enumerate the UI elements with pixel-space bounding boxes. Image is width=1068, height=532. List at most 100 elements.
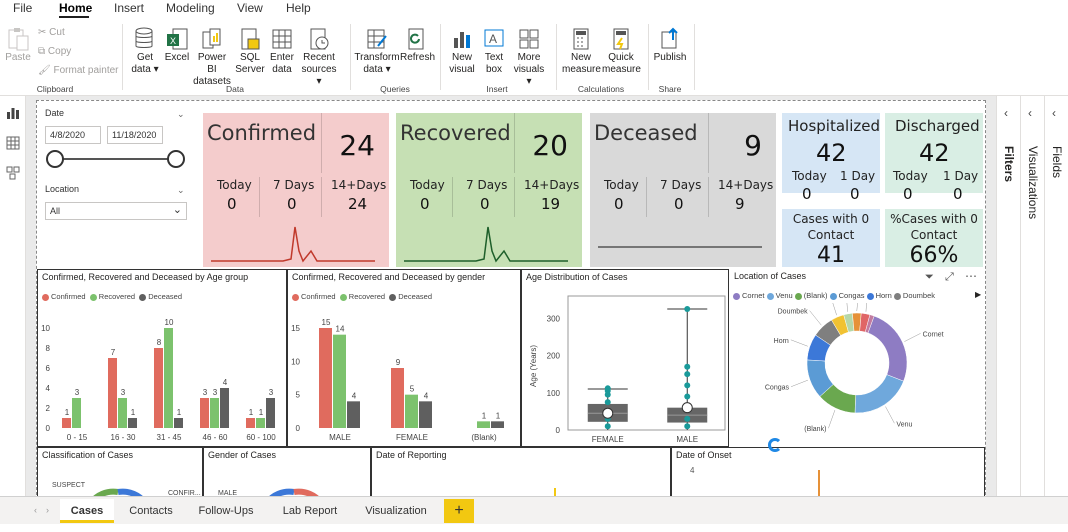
svg-text:X: X xyxy=(170,36,176,46)
fields-pane[interactable]: ‹ Fields xyxy=(1044,96,1068,496)
data-point xyxy=(684,306,691,313)
date-of-reporting-chart[interactable]: Date of Reporting xyxy=(371,447,671,501)
start-date-input[interactable]: 4/8/2020 xyxy=(45,126,101,144)
refresh-button[interactable]: Refresh xyxy=(400,22,435,64)
group-queries: Queries xyxy=(380,84,410,94)
disc-today-value: 0 xyxy=(903,185,913,203)
legend-next-icon[interactable]: ▶ xyxy=(975,290,981,299)
legend-deceased: Deceased xyxy=(398,292,433,301)
legend-entry[interactable]: Venu xyxy=(776,291,795,300)
menu-help[interactable]: Help xyxy=(286,1,311,15)
location-donut: CornetVenu(Blank)CongasHornDoumbekBodhra… xyxy=(765,303,944,433)
page-tab-cases[interactable]: Cases xyxy=(60,499,114,523)
chevron-left-icon[interactable]: ‹ xyxy=(1004,106,1008,120)
page-tab-visualization[interactable]: Visualization xyxy=(350,499,442,523)
gender-chart[interactable]: Confirmed, Recovered and Deceased by gen… xyxy=(287,269,521,447)
get-data-button[interactable]: Get data ▾ xyxy=(128,22,162,76)
chevron-down-icon[interactable]: ⌄ xyxy=(177,109,185,120)
group-data: Data xyxy=(226,84,244,94)
menu-file[interactable]: File xyxy=(13,1,32,15)
location-chart-title: Location of Cases xyxy=(734,271,807,281)
legend-dot xyxy=(89,293,97,301)
page-tab-follow-ups[interactable]: Follow-Ups xyxy=(186,499,266,523)
powerbi-datasets-button[interactable]: Power BI datasets xyxy=(192,22,232,88)
more-visuals-button[interactable]: More visuals ▾ xyxy=(510,22,548,88)
new-measure-button[interactable]: New measure xyxy=(562,22,601,76)
kpi-card-confirmed[interactable]: Confirmed 24 Today 7 Days 14+Days 0 0 24 xyxy=(203,113,389,267)
data-point xyxy=(684,382,691,389)
model-view-icon[interactable] xyxy=(6,166,20,185)
gender-of-cases-chart[interactable]: Gender of Cases MALE xyxy=(203,447,371,501)
menu-home[interactable]: Home xyxy=(59,1,92,15)
group-clipboard: Clipboard xyxy=(36,84,74,94)
next-page-icon[interactable]: › xyxy=(46,505,49,515)
end-date-input[interactable]: 11/18/2020 xyxy=(107,126,163,144)
legend-entry[interactable]: Horn xyxy=(876,291,894,300)
copy-button[interactable]: ⧉ Copy xyxy=(38,46,71,57)
location-dropdown[interactable]: All ⌄ xyxy=(45,202,187,220)
legend-entry[interactable]: Doumbek xyxy=(903,291,935,300)
kpi-total: 9 xyxy=(744,129,762,162)
bar-confirmed xyxy=(108,358,117,428)
data-point xyxy=(684,363,691,370)
paste-button[interactable]: Paste xyxy=(4,22,32,64)
report-view-icon[interactable] xyxy=(6,106,20,125)
age-group-chart[interactable]: Confirmed, Recovered and Deceased by Age… xyxy=(37,269,287,447)
recent-sources-button[interactable]: Recent sources ▾ xyxy=(298,22,340,88)
discharged-total: 42 xyxy=(919,139,950,167)
date-of-onset-chart[interactable]: Date of Onset 4 xyxy=(671,447,985,501)
classification-chart[interactable]: Classification of Cases SUSPECT CONFIR..… xyxy=(37,447,203,501)
visualizations-pane[interactable]: ‹ Visualizations xyxy=(1020,96,1044,496)
chevron-down-icon[interactable]: ⌄ xyxy=(177,185,185,196)
y-tick-label: 10 xyxy=(291,357,300,366)
kpi-divider xyxy=(321,177,322,217)
kpi-today-label: Today xyxy=(217,178,252,192)
donut-slice xyxy=(867,315,908,382)
quick-measure-label: Quick measure xyxy=(602,52,641,75)
x-tick-label: MALE xyxy=(676,435,698,444)
range-end-handle[interactable] xyxy=(167,150,185,168)
location-chart[interactable]: Location of Cases ⏷ ⤢ ⋯ Cornet Venu (Bla… xyxy=(729,269,985,447)
focus-mode-icon[interactable]: ⤢ xyxy=(945,271,954,284)
bar-deceased xyxy=(266,398,275,428)
format-painter-button[interactable]: 🖌 Format painter xyxy=(38,65,119,76)
kpi-card-recovered[interactable]: Recovered 20 Today 7 Days 14+Days 0 0 19 xyxy=(396,113,582,267)
add-page-button[interactable]: + xyxy=(444,499,474,523)
cut-button[interactable]: ✂ Cut xyxy=(38,27,65,38)
sql-server-button[interactable]: SQL Server xyxy=(234,22,266,76)
kpi-divider xyxy=(646,177,647,217)
menu-view[interactable]: View xyxy=(237,1,263,15)
kpi-card-deceased[interactable]: Deceased 9 Today 7 Days 14+Days 0 0 9 xyxy=(590,113,776,267)
quick-measure-button[interactable]: Quick measure xyxy=(602,22,641,76)
transform-data-button[interactable]: Transform data ▾ xyxy=(354,22,400,76)
menu-insert[interactable]: Insert xyxy=(114,1,144,15)
chevron-left-icon[interactable]: ‹ xyxy=(1028,106,1032,120)
legend-entry[interactable]: (Blank) xyxy=(804,291,830,300)
publish-button[interactable]: Publish xyxy=(652,22,688,64)
legend-entry[interactable]: Cornet xyxy=(742,291,767,300)
filters-pane[interactable]: ‹ Filters xyxy=(996,96,1020,496)
chevron-left-icon[interactable]: ‹ xyxy=(1052,106,1056,120)
excel-button[interactable]: X Excel xyxy=(163,22,191,64)
menu-modeling[interactable]: Modeling xyxy=(166,1,215,15)
enter-data-button[interactable]: Enter data xyxy=(267,22,297,76)
legend-entry[interactable]: Congas xyxy=(839,291,867,300)
kpi-today-value: 0 xyxy=(227,195,237,213)
filter-icon[interactable]: ⏷ xyxy=(925,271,934,284)
y-tick-label: 4 xyxy=(46,384,51,393)
more-options-icon[interactable]: ⋯ xyxy=(965,269,977,283)
page-tab-contacts[interactable]: Contacts xyxy=(118,499,184,523)
data-point xyxy=(604,423,611,430)
new-visual-button[interactable]: New visual xyxy=(446,22,478,76)
page-tab-lab-report[interactable]: Lab Report xyxy=(272,499,348,523)
bar-confirmed xyxy=(391,368,404,428)
location-slicer-label: Location xyxy=(45,184,80,194)
range-start-handle[interactable] xyxy=(46,150,64,168)
transform-icon xyxy=(366,26,388,50)
prev-page-icon[interactable]: ‹ xyxy=(34,505,37,515)
get-data-label: Get data ▾ xyxy=(131,52,159,75)
age-distribution-chart[interactable]: Age Distribution of Cases 0 100 200 300 Age … xyxy=(521,269,729,447)
data-view-icon[interactable] xyxy=(6,136,20,155)
legend-confirmed: Confirmed xyxy=(51,292,86,301)
text-box-button[interactable]: A Text box xyxy=(479,22,509,76)
